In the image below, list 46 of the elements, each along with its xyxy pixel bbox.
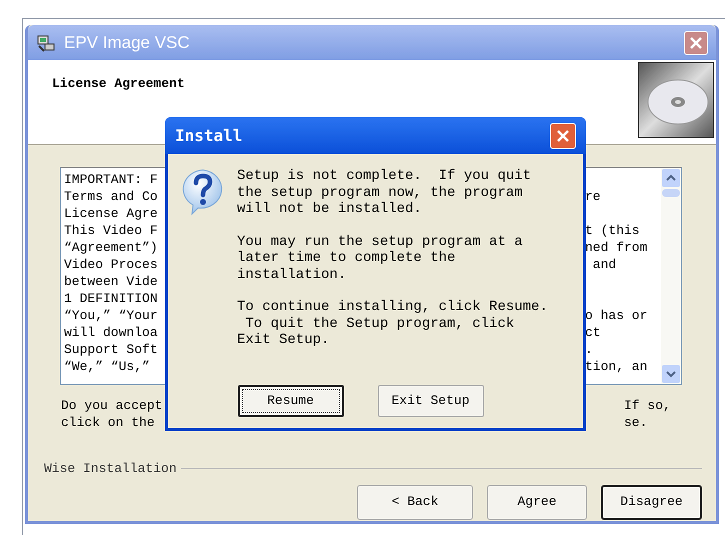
license-text-line: re [585, 189, 601, 204]
wizard-button[interactable]: Disagree [601, 484, 702, 520]
cd-icon [638, 62, 714, 138]
license-text-line: “Agreement”) [64, 239, 158, 256]
computer-setup-icon [36, 32, 56, 52]
group-label: Wise Installation [44, 460, 177, 478]
license-text-line: ct [585, 325, 601, 340]
dialog-close-button[interactable] [550, 122, 576, 148]
license-text-line: Terms and Co [64, 188, 158, 205]
license-text-line: will downloa [64, 324, 158, 341]
license-text-line: Video Proces [64, 256, 158, 273]
wizard-button[interactable]: < Back [357, 484, 473, 520]
license-text-line: Support Soft [64, 341, 158, 358]
license-text-line: IMPORTANT: F [64, 171, 158, 188]
license-text-line: . [585, 342, 593, 357]
dialog-message: To continue installing, click Resume. To quit the Setup program, click Exit Setup. [237, 299, 548, 348]
dialog-button[interactable]: Exit Setup [378, 385, 484, 417]
dialog-message: You may run the setup program at a later time to complete the installation. [237, 234, 524, 283]
license-text-line: o has or [585, 308, 648, 323]
page-heading: License Agreement [52, 75, 185, 93]
dialog-title: Install [175, 124, 242, 146]
prompt-text: If so, [624, 398, 671, 413]
license-text-line: t (this [585, 223, 640, 238]
dialog-button[interactable]: Resume [238, 385, 344, 417]
dialog-message: Setup is not complete. If you quit the setup program now, the program will not be installed. [237, 168, 532, 218]
license-text-line: between Vide [64, 273, 158, 290]
scrollbar[interactable] [661, 168, 681, 384]
prompt-text: Do you accept [61, 397, 162, 414]
license-text-line: and [592, 257, 616, 272]
scroll-up-icon[interactable] [662, 169, 680, 187]
window-title: EPV Image VSC [64, 32, 190, 54]
license-text-line: “We,” “Us,” [64, 358, 150, 375]
prompt-text: se. [624, 415, 648, 430]
scroll-down-icon[interactable] [662, 365, 680, 383]
close-button[interactable] [684, 30, 708, 54]
prompt-text: click on the [61, 414, 155, 431]
close-icon [556, 128, 570, 142]
license-text-line: This Video F [64, 222, 158, 239]
license-text-line: License Agre [64, 205, 158, 222]
license-text-line: ned from [585, 240, 648, 255]
scroll-thumb[interactable] [662, 189, 680, 197]
license-text-line: 1 DEFINITION [64, 290, 158, 307]
license-text-line: tion, an [585, 359, 648, 374]
close-icon [689, 36, 703, 50]
license-text-line: “You,” “Your [64, 307, 158, 324]
wizard-button[interactable]: Agree [487, 484, 587, 520]
